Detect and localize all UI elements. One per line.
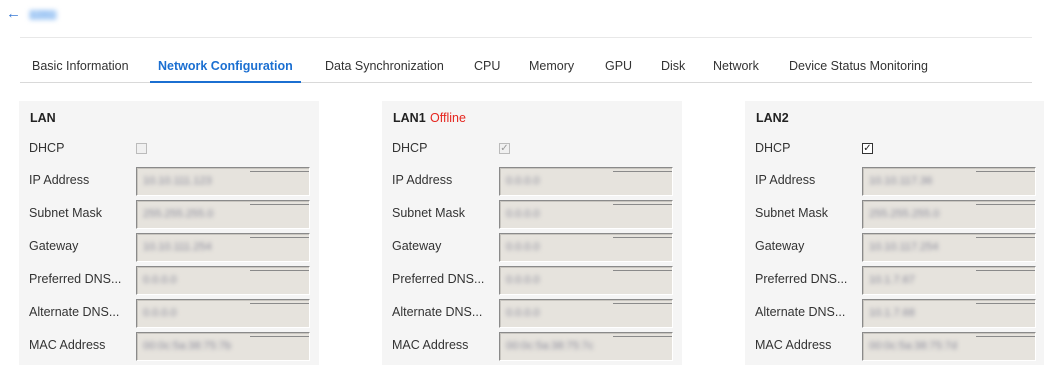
subnet-mask-field[interactable]: 0.0.0.0 bbox=[499, 200, 673, 229]
gateway-field[interactable]: 10.10.117.254 bbox=[862, 233, 1036, 262]
gateway-label: Gateway bbox=[29, 239, 79, 253]
tab-bar: Basic Information Network Configuration … bbox=[20, 52, 1032, 83]
dhcp-label: DHCP bbox=[29, 141, 65, 155]
lan-panel: LAN DHCP IP Address 10.10.111.123 Subnet… bbox=[19, 101, 319, 365]
ip-label: IP Address bbox=[755, 173, 816, 187]
preferred-dns-label: Preferred DNS... bbox=[755, 272, 848, 286]
mac-address-field[interactable]: 00:0c:5a:38:75:7c bbox=[499, 332, 673, 361]
dhcp-label: DHCP bbox=[755, 141, 791, 155]
gateway-field[interactable]: 0.0.0.0 bbox=[499, 233, 673, 262]
mac-label: MAC Address bbox=[29, 338, 106, 352]
subnet-mask-field[interactable]: 255.255.255.0 bbox=[136, 200, 310, 229]
tab-network[interactable]: Network bbox=[713, 52, 759, 81]
alternate-dns-field[interactable]: 0.0.0.0 bbox=[136, 299, 310, 328]
mac-address-field[interactable]: 00:0c:5a:38:75:7d bbox=[862, 332, 1036, 361]
mac-label: MAC Address bbox=[392, 338, 469, 352]
panel-title: LAN bbox=[30, 111, 56, 125]
alternate-dns-label: Alternate DNS... bbox=[755, 305, 846, 319]
tab-memory[interactable]: Memory bbox=[529, 52, 574, 81]
status-badge: Offline bbox=[430, 111, 466, 125]
tab-disk[interactable]: Disk bbox=[661, 52, 685, 81]
alternate-dns-field[interactable]: 10.1.7.68 bbox=[862, 299, 1036, 328]
gateway-label: Gateway bbox=[392, 239, 442, 253]
tab-data-synchronization[interactable]: Data Synchronization bbox=[325, 52, 444, 81]
alternate-dns-label: Alternate DNS... bbox=[392, 305, 483, 319]
alternate-dns-field[interactable]: 0.0.0.0 bbox=[499, 299, 673, 328]
subnet-mask-field[interactable]: 255.255.255.0 bbox=[862, 200, 1036, 229]
header: ← 1281 bbox=[0, 0, 1044, 36]
mac-label: MAC Address bbox=[755, 338, 832, 352]
subnet-label: Subnet Mask bbox=[29, 206, 102, 220]
tab-network-configuration[interactable]: Network Configuration bbox=[150, 52, 301, 83]
device-name: 1281 bbox=[29, 10, 57, 21]
ip-address-field[interactable]: 10.10.117.36 bbox=[862, 167, 1036, 196]
mac-address-field[interactable]: 00:0c:5a:38:75:7b bbox=[136, 332, 310, 361]
subnet-label: Subnet Mask bbox=[755, 206, 828, 220]
ip-address-field[interactable]: 10.10.111.123 bbox=[136, 167, 310, 196]
preferred-dns-field[interactable]: 10.1.7.67 bbox=[862, 266, 1036, 295]
header-divider bbox=[20, 37, 1032, 38]
dhcp-checkbox[interactable]: ✓ bbox=[862, 143, 873, 154]
tab-gpu[interactable]: GPU bbox=[605, 52, 632, 81]
preferred-dns-field[interactable]: 0.0.0.0 bbox=[499, 266, 673, 295]
lan1-panel: LAN1 Offline DHCP ✓ IP Address 0.0.0.0 S… bbox=[382, 101, 682, 365]
panel-title: LAN2 bbox=[756, 111, 789, 125]
gateway-field[interactable]: 10.10.111.254 bbox=[136, 233, 310, 262]
ip-address-field[interactable]: 0.0.0.0 bbox=[499, 167, 673, 196]
lan2-panel: LAN2 DHCP ✓ IP Address 10.10.117.36 Subn… bbox=[745, 101, 1044, 365]
preferred-dns-label: Preferred DNS... bbox=[29, 272, 122, 286]
dhcp-checkbox[interactable] bbox=[136, 143, 147, 154]
dhcp-checkbox[interactable]: ✓ bbox=[499, 143, 510, 154]
preferred-dns-label: Preferred DNS... bbox=[392, 272, 485, 286]
subnet-label: Subnet Mask bbox=[392, 206, 465, 220]
tab-basic-information[interactable]: Basic Information bbox=[32, 52, 129, 81]
ip-label: IP Address bbox=[392, 173, 453, 187]
ip-label: IP Address bbox=[29, 173, 90, 187]
gateway-label: Gateway bbox=[755, 239, 805, 253]
panel-title: LAN1 bbox=[393, 111, 426, 125]
alternate-dns-label: Alternate DNS... bbox=[29, 305, 120, 319]
tab-device-status-monitoring[interactable]: Device Status Monitoring bbox=[789, 52, 928, 81]
preferred-dns-field[interactable]: 0.0.0.0 bbox=[136, 266, 310, 295]
tab-cpu[interactable]: CPU bbox=[474, 52, 500, 81]
dhcp-label: DHCP bbox=[392, 141, 428, 155]
back-arrow-icon[interactable]: ← bbox=[6, 6, 21, 22]
